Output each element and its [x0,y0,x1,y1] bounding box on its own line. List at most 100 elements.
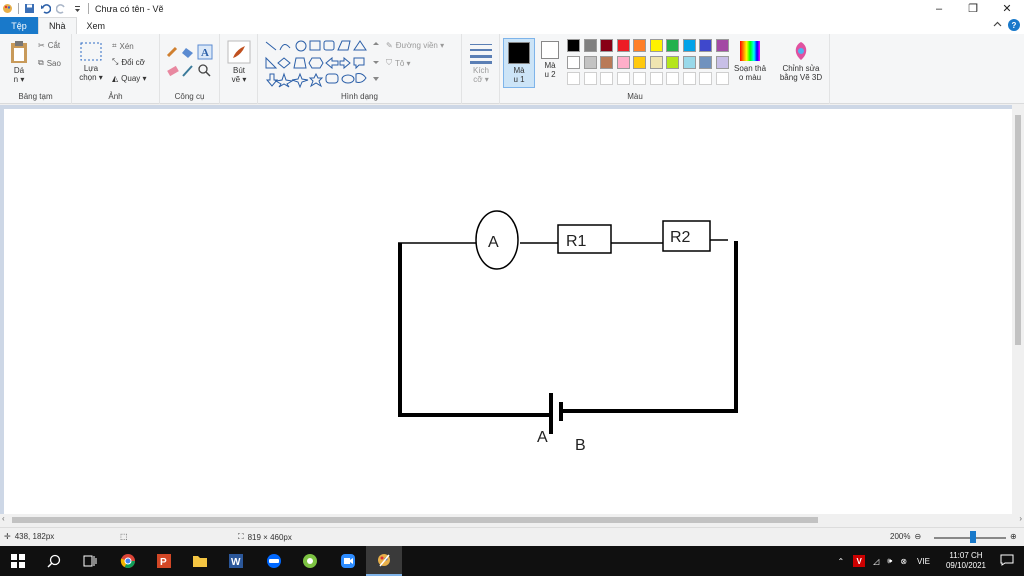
horizontal-scrollbar[interactable]: ‹ › [0,514,1024,526]
show-hidden-icons-icon[interactable]: ⌃ [837,557,844,566]
custom-color-slot[interactable] [567,72,580,85]
color-swatch[interactable] [567,39,580,52]
outline-icon: ✎ [386,41,393,50]
save-icon[interactable] [24,3,35,14]
shapes-gallery[interactable] [264,40,382,88]
copy-icon: ⧉ [38,58,44,67]
edit-colors-button[interactable]: Soạn thả o màu [730,40,770,82]
custom-color-slot[interactable] [616,72,630,85]
color-swatch[interactable] [583,55,597,69]
start-button[interactable] [0,546,36,576]
image-group: Lựa chọn ▾ ⌗ Xén ⤡ Đổi cỡ ◭ Quay ▾ Ảnh [72,34,160,104]
crop-button[interactable]: ⌗ Xén [112,41,134,51]
fill-button[interactable]: ⛉ Tô ▾ [386,58,411,68]
edit-with-paint3d-button[interactable]: Chỉnh sửa bằng Vẽ 3D [776,40,826,82]
canvas-size-text: 819 × 460px [247,532,292,542]
task-view-button[interactable] [72,546,108,576]
horizontal-scroll-thumb[interactable] [12,517,818,523]
word-taskbar-button[interactable]: W [218,546,254,576]
minimize-button[interactable]: – [922,0,956,17]
resize-button[interactable]: ⤡ Đổi cỡ [112,57,145,67]
rotate-button[interactable]: ◭ Quay ▾ [112,74,147,83]
chrome-taskbar-button[interactable] [110,546,146,576]
color-swatch[interactable] [649,55,663,69]
color-swatch[interactable] [682,55,696,69]
color-swatch[interactable] [616,39,630,52]
custom-color-slot[interactable] [682,72,696,85]
outline-button[interactable]: ✎ Đường viền ▾ [386,41,444,50]
zoom-out-icon[interactable]: ⊖ [914,532,921,541]
scroll-right-icon[interactable]: › [1019,514,1022,523]
select-button[interactable]: Lựa chọn ▾ [78,42,104,82]
vertical-scrollbar[interactable] [1012,105,1024,514]
folder-icon [193,556,207,567]
search-button[interactable] [36,546,72,576]
color-swatch[interactable] [600,39,613,52]
brushes-button[interactable]: Bút vẽ ▾ [225,40,253,84]
notifications-icon[interactable] [1000,554,1014,568]
color-swatch[interactable] [600,55,613,69]
antivirus-icon[interactable]: V [853,555,866,567]
color-swatch[interactable] [666,39,679,52]
customize-quick-access-icon[interactable] [72,3,83,14]
color2-button[interactable]: Mà u 2 [537,41,563,79]
zalo-taskbar-button[interactable] [256,546,292,576]
help-icon[interactable]: ? [1008,19,1020,31]
color-swatch[interactable] [699,55,712,69]
paint-taskbar-button[interactable] [366,546,402,576]
clock[interactable]: 11:07 CH 09/10/2021 [946,551,986,571]
zoom-slider-thumb[interactable] [970,531,976,543]
color-swatch[interactable] [682,39,696,52]
shapes-scroll-icon[interactable] [372,41,380,85]
color1-button[interactable]: Mà u 1 [503,38,535,88]
drawing-canvas[interactable]: A R1 R2 A B [4,109,1012,514]
fill-icon: ⛉ [386,58,392,67]
custom-color-slot[interactable] [649,72,663,85]
cut-button[interactable]: ✂ Cắt [38,41,60,50]
file-explorer-taskbar-button[interactable] [182,546,218,576]
redo-icon[interactable] [55,3,67,14]
paste-button[interactable]: Dá n ▾ [6,40,32,84]
color-swatch[interactable] [633,39,646,52]
zoom-in-icon[interactable]: ⊕ [1010,532,1017,541]
app-taskbar-button[interactable] [292,546,328,576]
powerpoint-taskbar-button[interactable]: P [146,546,182,576]
color-swatch[interactable] [616,55,630,69]
close-button[interactable]: ✕ [990,0,1024,17]
tab-home[interactable]: Nhà [38,17,77,34]
custom-color-slot[interactable] [715,72,729,85]
color-swatch[interactable] [649,39,663,52]
rotate-label: Quay ▾ [121,74,147,83]
unikey-icon[interactable]: ⊗ [900,557,907,566]
selection-size: ⬚ [120,532,128,541]
color-swatch[interactable] [666,55,679,69]
maximize-button[interactable]: ❐ [956,0,990,17]
custom-color-slot[interactable] [633,72,646,85]
custom-color-slot[interactable] [600,72,613,85]
size-button[interactable]: Kích cỡ ▾ [466,42,496,84]
custom-color-slot[interactable] [666,72,679,85]
collapse-ribbon-icon[interactable] [993,20,1002,31]
color-swatch[interactable] [715,39,729,52]
edit-colors-label: Soạn thả o màu [733,64,767,82]
copy-button[interactable]: ⧉ Sao [38,58,61,68]
custom-color-slot[interactable] [699,72,712,85]
color-swatch[interactable] [715,55,729,69]
color-swatch[interactable] [583,39,597,52]
zoom-taskbar-button[interactable] [330,546,366,576]
vertical-scroll-thumb[interactable] [1015,115,1021,345]
custom-color-slot[interactable] [583,72,597,85]
network-icon[interactable]: ◿ [873,557,879,566]
tab-file[interactable]: Tệp [0,17,38,34]
volume-icon[interactable]: 🕪 [887,556,892,566]
undo-icon[interactable] [40,3,52,14]
system-tray: ⌃ V ◿ 🕪 ⊗ VIE 11:07 CH 09/10/2021 [832,546,1024,576]
language-indicator[interactable]: VIE [917,557,930,566]
color-swatch[interactable] [567,55,580,69]
scroll-left-icon[interactable]: ‹ [2,514,5,523]
color-swatch[interactable] [699,39,712,52]
tab-view[interactable]: Xem [77,17,116,34]
color-swatch[interactable] [633,55,646,69]
task-view-icon [83,555,97,567]
paint-app-icon[interactable] [2,3,13,14]
